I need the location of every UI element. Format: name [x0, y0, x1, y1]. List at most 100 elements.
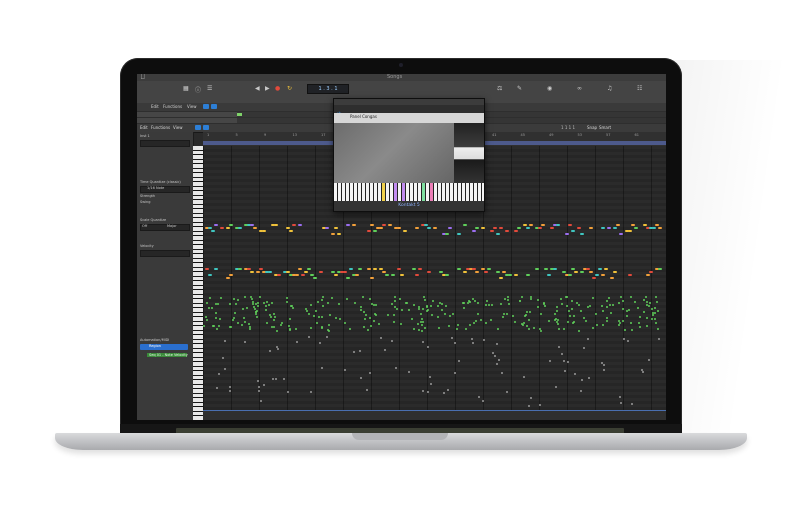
midi-note[interactable]	[242, 308, 244, 310]
midi-note[interactable]	[490, 230, 494, 232]
midi-note[interactable]	[363, 311, 365, 313]
midi-note[interactable]	[403, 230, 407, 232]
midi-note[interactable]	[580, 390, 582, 392]
midi-note[interactable]	[586, 268, 590, 270]
midi-note[interactable]	[315, 310, 317, 312]
midi-note[interactable]	[247, 268, 251, 270]
midi-note[interactable]	[229, 224, 233, 226]
midi-note[interactable]	[578, 304, 580, 306]
midi-note[interactable]	[378, 323, 380, 325]
midi-note[interactable]	[618, 320, 620, 322]
midi-note[interactable]	[506, 313, 508, 315]
midi-note[interactable]	[620, 402, 622, 404]
cycle-icon[interactable]: ↻	[287, 85, 292, 92]
midi-note[interactable]	[658, 227, 662, 229]
midi-note[interactable]	[421, 330, 423, 332]
midi-note[interactable]	[244, 341, 246, 343]
midi-note[interactable]	[438, 327, 440, 329]
midi-note[interactable]	[658, 268, 662, 270]
midi-note[interactable]	[639, 326, 641, 328]
midi-note[interactable]	[452, 313, 454, 315]
midi-note[interactable]	[501, 372, 503, 374]
automation-lane[interactable]	[203, 410, 666, 420]
mixer-icon[interactable]: ⚖	[497, 85, 502, 92]
midi-note[interactable]	[573, 315, 575, 317]
midi-note[interactable]	[526, 227, 530, 229]
midi-note[interactable]	[433, 227, 437, 229]
library-icon[interactable]: ▦	[183, 85, 189, 92]
midi-note[interactable]	[610, 312, 612, 314]
midi-note[interactable]	[388, 224, 392, 226]
midi-note[interactable]	[556, 306, 558, 308]
midi-note[interactable]	[655, 322, 657, 324]
midi-note[interactable]	[321, 327, 323, 329]
midi-note[interactable]	[295, 274, 299, 276]
tracks-edit-menu[interactable]: Edit	[151, 104, 159, 109]
midi-note[interactable]	[544, 305, 546, 307]
midi-note[interactable]	[229, 386, 231, 388]
midi-note[interactable]	[589, 305, 591, 307]
midi-note[interactable]	[203, 325, 205, 327]
midi-note[interactable]	[237, 299, 239, 301]
midi-note[interactable]	[427, 391, 429, 393]
midi-note[interactable]	[603, 369, 605, 371]
midi-note[interactable]	[566, 296, 568, 298]
midi-note[interactable]	[273, 319, 275, 321]
midi-note[interactable]	[496, 363, 498, 365]
midi-note[interactable]	[289, 230, 293, 232]
midi-note[interactable]	[437, 316, 439, 318]
midi-note[interactable]	[463, 302, 465, 304]
midi-note[interactable]	[365, 314, 367, 316]
keyswitch-key[interactable]	[394, 183, 397, 201]
midi-note[interactable]	[257, 305, 259, 307]
midi-note[interactable]	[326, 336, 328, 338]
toolbar-icon[interactable]: ☰	[207, 85, 212, 92]
midi-note[interactable]	[606, 300, 608, 302]
midi-note[interactable]	[321, 367, 323, 369]
midi-note[interactable]	[298, 224, 302, 226]
midi-note[interactable]	[652, 227, 656, 229]
midi-note[interactable]	[413, 304, 415, 306]
midi-note[interactable]	[422, 321, 424, 323]
midi-note[interactable]	[375, 314, 377, 316]
midi-note[interactable]	[206, 302, 208, 304]
midi-note[interactable]	[652, 314, 654, 316]
midi-note[interactable]	[533, 327, 535, 329]
midi-note[interactable]	[631, 329, 633, 331]
midi-note[interactable]	[529, 311, 531, 313]
midi-note[interactable]	[657, 310, 659, 312]
midi-note[interactable]	[328, 330, 330, 332]
midi-note[interactable]	[574, 271, 578, 273]
midi-note[interactable]	[606, 317, 608, 319]
midi-note[interactable]	[396, 308, 398, 310]
midi-note[interactable]	[307, 268, 311, 270]
loops-icon[interactable]: ∞	[577, 85, 582, 92]
midi-note[interactable]	[574, 373, 576, 375]
midi-note[interactable]	[226, 277, 230, 279]
midi-note[interactable]	[622, 308, 624, 310]
midi-note[interactable]	[249, 328, 251, 330]
midi-note[interactable]	[469, 324, 471, 326]
midi-note[interactable]	[271, 302, 273, 304]
midi-note[interactable]	[540, 330, 542, 332]
midi-note[interactable]	[421, 318, 423, 320]
midi-note[interactable]	[369, 372, 371, 374]
midi-note[interactable]	[585, 320, 587, 322]
midi-note[interactable]	[310, 391, 312, 393]
midi-note[interactable]	[358, 268, 362, 270]
midi-note[interactable]	[643, 311, 645, 313]
midi-note[interactable]	[475, 320, 477, 322]
midi-note[interactable]	[454, 342, 456, 344]
midi-note[interactable]	[583, 347, 585, 349]
midi-note[interactable]	[397, 227, 401, 229]
midi-note[interactable]	[626, 315, 628, 317]
midi-note[interactable]	[507, 299, 509, 301]
midi-note[interactable]	[465, 328, 467, 330]
midi-note[interactable]	[352, 224, 356, 226]
midi-note[interactable]	[441, 303, 443, 305]
midi-note[interactable]	[592, 277, 596, 279]
midi-note[interactable]	[437, 305, 439, 307]
midi-note[interactable]	[576, 302, 578, 304]
midi-note[interactable]	[318, 316, 320, 318]
midi-note[interactable]	[561, 353, 563, 355]
